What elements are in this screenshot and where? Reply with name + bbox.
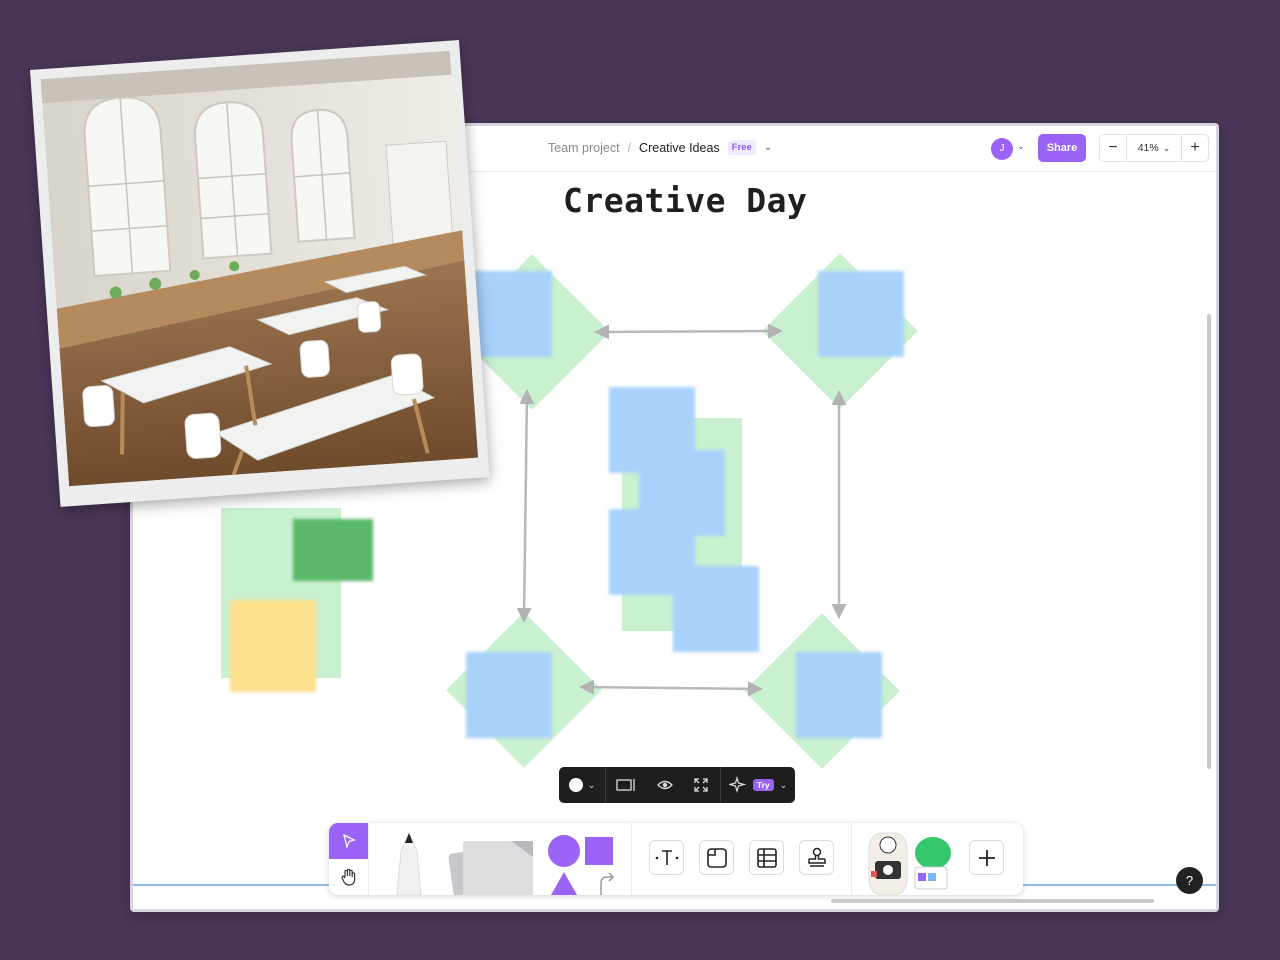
cursor-icon xyxy=(342,834,356,848)
text-tool[interactable] xyxy=(649,840,684,875)
chevron-down-icon: ⌄ xyxy=(779,779,788,790)
connector-arrow[interactable] xyxy=(579,679,763,697)
try-badge: Try xyxy=(752,779,774,791)
color-swatch xyxy=(568,778,583,792)
zoom-control: − 41% ⌄ + xyxy=(1099,134,1209,162)
table-tool[interactable] xyxy=(749,840,784,875)
selection-toolbar: ⌄ Try ⌄ xyxy=(559,767,795,803)
vertical-scrollbar[interactable] xyxy=(1207,314,1211,769)
text-icon xyxy=(655,849,678,865)
zoom-level: 41% xyxy=(1137,142,1159,154)
sticky-note[interactable] xyxy=(293,519,373,581)
eye-icon xyxy=(657,780,673,790)
ai-actions-button[interactable]: Try ⌄ xyxy=(721,767,795,803)
avatar[interactable]: J xyxy=(991,138,1013,160)
section-icon xyxy=(706,847,727,868)
select-tool[interactable] xyxy=(329,823,368,859)
creation-toolbar xyxy=(329,823,1023,895)
section-tool[interactable] xyxy=(699,840,734,875)
stamp-tool[interactable] xyxy=(799,840,834,875)
breadcrumb-separator: / xyxy=(627,140,632,155)
stickers-tool[interactable] xyxy=(861,823,961,895)
zoom-in-button[interactable]: + xyxy=(1182,139,1208,157)
file-title[interactable]: Creative Ideas xyxy=(639,141,720,155)
pen-tool[interactable] xyxy=(377,823,437,895)
sticky-note[interactable] xyxy=(466,652,552,738)
chevron-down-icon[interactable]: ⌄ xyxy=(1017,141,1025,152)
visibility-button[interactable] xyxy=(648,767,682,803)
resize-frame-button[interactable] xyxy=(606,767,648,803)
fit-button[interactable] xyxy=(682,767,720,803)
chevron-down-icon[interactable]: ⌄ xyxy=(764,142,772,153)
stamp-icon xyxy=(807,847,826,867)
shapes-tool[interactable] xyxy=(541,823,621,895)
zoom-out-button[interactable]: − xyxy=(1100,139,1126,157)
sparkle-icon xyxy=(728,776,747,794)
sticky-note[interactable] xyxy=(796,652,882,738)
connector-arrow[interactable] xyxy=(594,323,783,340)
breadcrumb: Team project / Creative Ideas Free ⌄ xyxy=(548,140,772,155)
divider xyxy=(368,823,369,895)
sticky-note[interactable] xyxy=(818,271,904,357)
table-icon xyxy=(756,847,777,868)
breadcrumb-parent[interactable]: Team project xyxy=(548,141,620,155)
expand-icon xyxy=(694,778,708,792)
horizontal-scrollbar[interactable] xyxy=(831,899,1154,903)
connector-arrow[interactable] xyxy=(516,389,535,623)
divider xyxy=(851,823,852,895)
sticky-note[interactable] xyxy=(230,600,316,692)
plan-badge[interactable]: Free xyxy=(727,140,756,155)
sticky-note-tool[interactable] xyxy=(441,823,536,895)
color-picker[interactable]: ⌄ xyxy=(559,767,605,803)
sticky-note[interactable] xyxy=(673,566,759,652)
plus-icon xyxy=(978,849,995,866)
share-button[interactable]: Share xyxy=(1038,134,1086,162)
frame-resize-icon xyxy=(616,779,635,791)
chevron-down-icon: ⌄ xyxy=(587,779,596,790)
hand-tool[interactable] xyxy=(329,859,368,895)
board-title[interactable]: Creative Day xyxy=(563,181,807,220)
zoom-level-dropdown[interactable]: 41% ⌄ xyxy=(1126,135,1182,161)
add-more-button[interactable] xyxy=(969,840,1004,875)
workshop-room-photo xyxy=(30,40,490,507)
chevron-down-icon: ⌄ xyxy=(1162,142,1171,153)
divider xyxy=(631,823,632,895)
hand-icon xyxy=(340,868,355,886)
help-button[interactable]: ? xyxy=(1176,867,1203,894)
